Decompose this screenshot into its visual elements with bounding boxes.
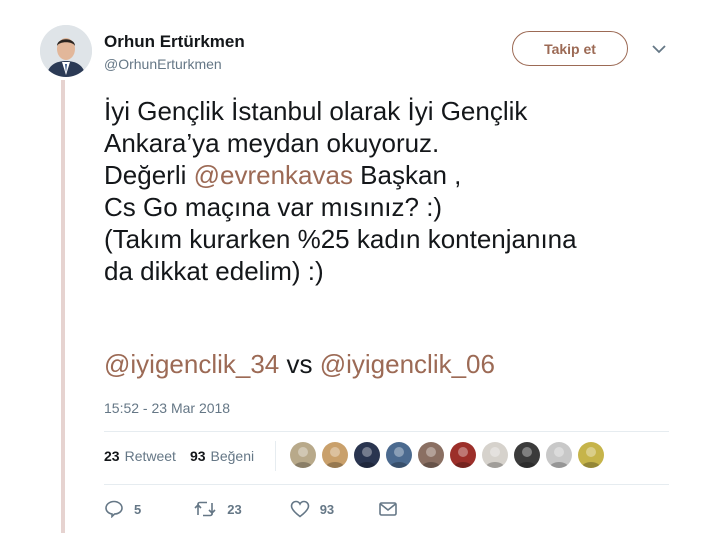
like-stat-count: 93 xyxy=(189,448,206,464)
direct-message-action[interactable] xyxy=(378,501,398,517)
retweet-action[interactable]: 23 xyxy=(193,501,242,517)
retweet-stat[interactable]: 23 Retweet xyxy=(104,448,176,464)
retweet-count: 23 xyxy=(227,501,242,517)
liker-avatar[interactable] xyxy=(514,442,540,468)
like-stat-label: Beğeni xyxy=(210,448,255,464)
liker-avatar[interactable] xyxy=(354,442,380,468)
chevron-down-icon[interactable] xyxy=(650,40,668,58)
liker-avatar[interactable] xyxy=(418,442,444,468)
author-handle[interactable]: @OrhunErturkmen xyxy=(104,56,222,72)
tweet-line-5: (Takım kurarken %25 kadın kontenjanına xyxy=(104,224,577,254)
tweet-line-1: İyi Gençlik İstanbul olarak İyi Gençlik xyxy=(104,96,528,126)
liker-avatar[interactable] xyxy=(290,442,316,468)
tweet-line-3-suffix: Başkan , xyxy=(352,160,462,190)
envelope-icon xyxy=(379,502,397,516)
tweet-text: İyi Gençlik İstanbul olarak İyi Gençlik … xyxy=(104,95,684,287)
tweet-tag-line: @iyigenclik_34 vs @iyigenclik_06 xyxy=(104,348,495,380)
reply-action[interactable]: 5 xyxy=(104,500,141,518)
like-count: 93 xyxy=(319,501,335,517)
tweet-line-3-prefix: Değerli xyxy=(104,160,194,190)
tweet-timestamp[interactable]: 15:52 - 23 Mar 2018 xyxy=(104,400,230,416)
liker-avatar[interactable] xyxy=(482,442,508,468)
liker-avatar[interactable] xyxy=(450,442,476,468)
like-action[interactable]: 93 xyxy=(290,500,334,518)
tweet-actions: 5 23 93 xyxy=(104,500,398,518)
liker-avatar[interactable] xyxy=(546,442,572,468)
reply-icon xyxy=(105,500,123,518)
liker-avatar[interactable] xyxy=(578,442,604,468)
tweet-line-4: Cs Go maçına var mısınız? :) xyxy=(104,192,443,222)
heart-icon xyxy=(290,500,310,518)
author-avatar[interactable] xyxy=(40,25,92,77)
retweet-stat-label: Retweet xyxy=(124,448,176,464)
follow-button[interactable]: Takip et xyxy=(512,31,628,66)
mention-link-evrenkavas[interactable]: @evrenkavas xyxy=(194,160,353,190)
tweet-stats: 23 Retweet 93 Beğeni xyxy=(104,448,254,464)
reply-count: 5 xyxy=(134,501,142,517)
avatar-photo xyxy=(40,25,92,77)
tweet-line-2: Ankara’ya meydan okuyoruz. xyxy=(104,128,440,158)
tweet-line-6: da dikkat edelim) :) xyxy=(104,256,324,286)
stats-separator xyxy=(275,441,276,471)
mention-link-iyigenclik-06[interactable]: @iyigenclik_06 xyxy=(320,349,495,379)
thread-line xyxy=(61,80,65,533)
liker-avatar[interactable] xyxy=(386,442,412,468)
tweet-line-3: Değerli @evrenkavas Başkan , xyxy=(104,159,684,191)
retweet-icon xyxy=(194,501,216,517)
liker-avatar[interactable] xyxy=(322,442,348,468)
liker-avatars xyxy=(290,442,610,468)
divider-top xyxy=(104,431,669,432)
mention-link-iyigenclik-34[interactable]: @iyigenclik_34 xyxy=(104,349,279,379)
vs-text: vs xyxy=(279,349,320,379)
like-stat[interactable]: 93 Beğeni xyxy=(190,448,254,464)
author-name[interactable]: Orhun Ertürkmen xyxy=(104,32,245,52)
divider-bottom xyxy=(104,484,669,485)
retweet-stat-count: 23 xyxy=(104,448,120,464)
